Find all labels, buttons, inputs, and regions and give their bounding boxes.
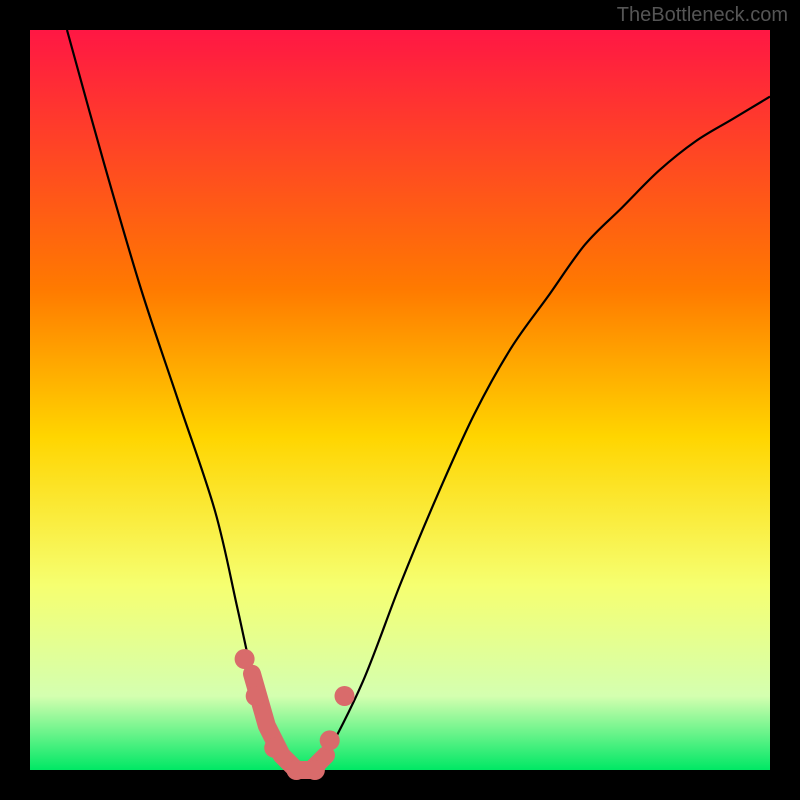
watermark-text: TheBottleneck.com	[617, 4, 788, 27]
optimal-marker	[264, 738, 284, 758]
optimal-marker	[286, 760, 306, 780]
optimal-marker	[320, 730, 340, 750]
optimal-marker	[235, 649, 255, 669]
chart-svg	[0, 0, 800, 800]
optimal-marker	[335, 686, 355, 706]
optimal-marker	[305, 760, 325, 780]
plot-area	[30, 30, 770, 770]
chart-frame	[0, 0, 800, 800]
optimal-marker	[246, 686, 266, 706]
